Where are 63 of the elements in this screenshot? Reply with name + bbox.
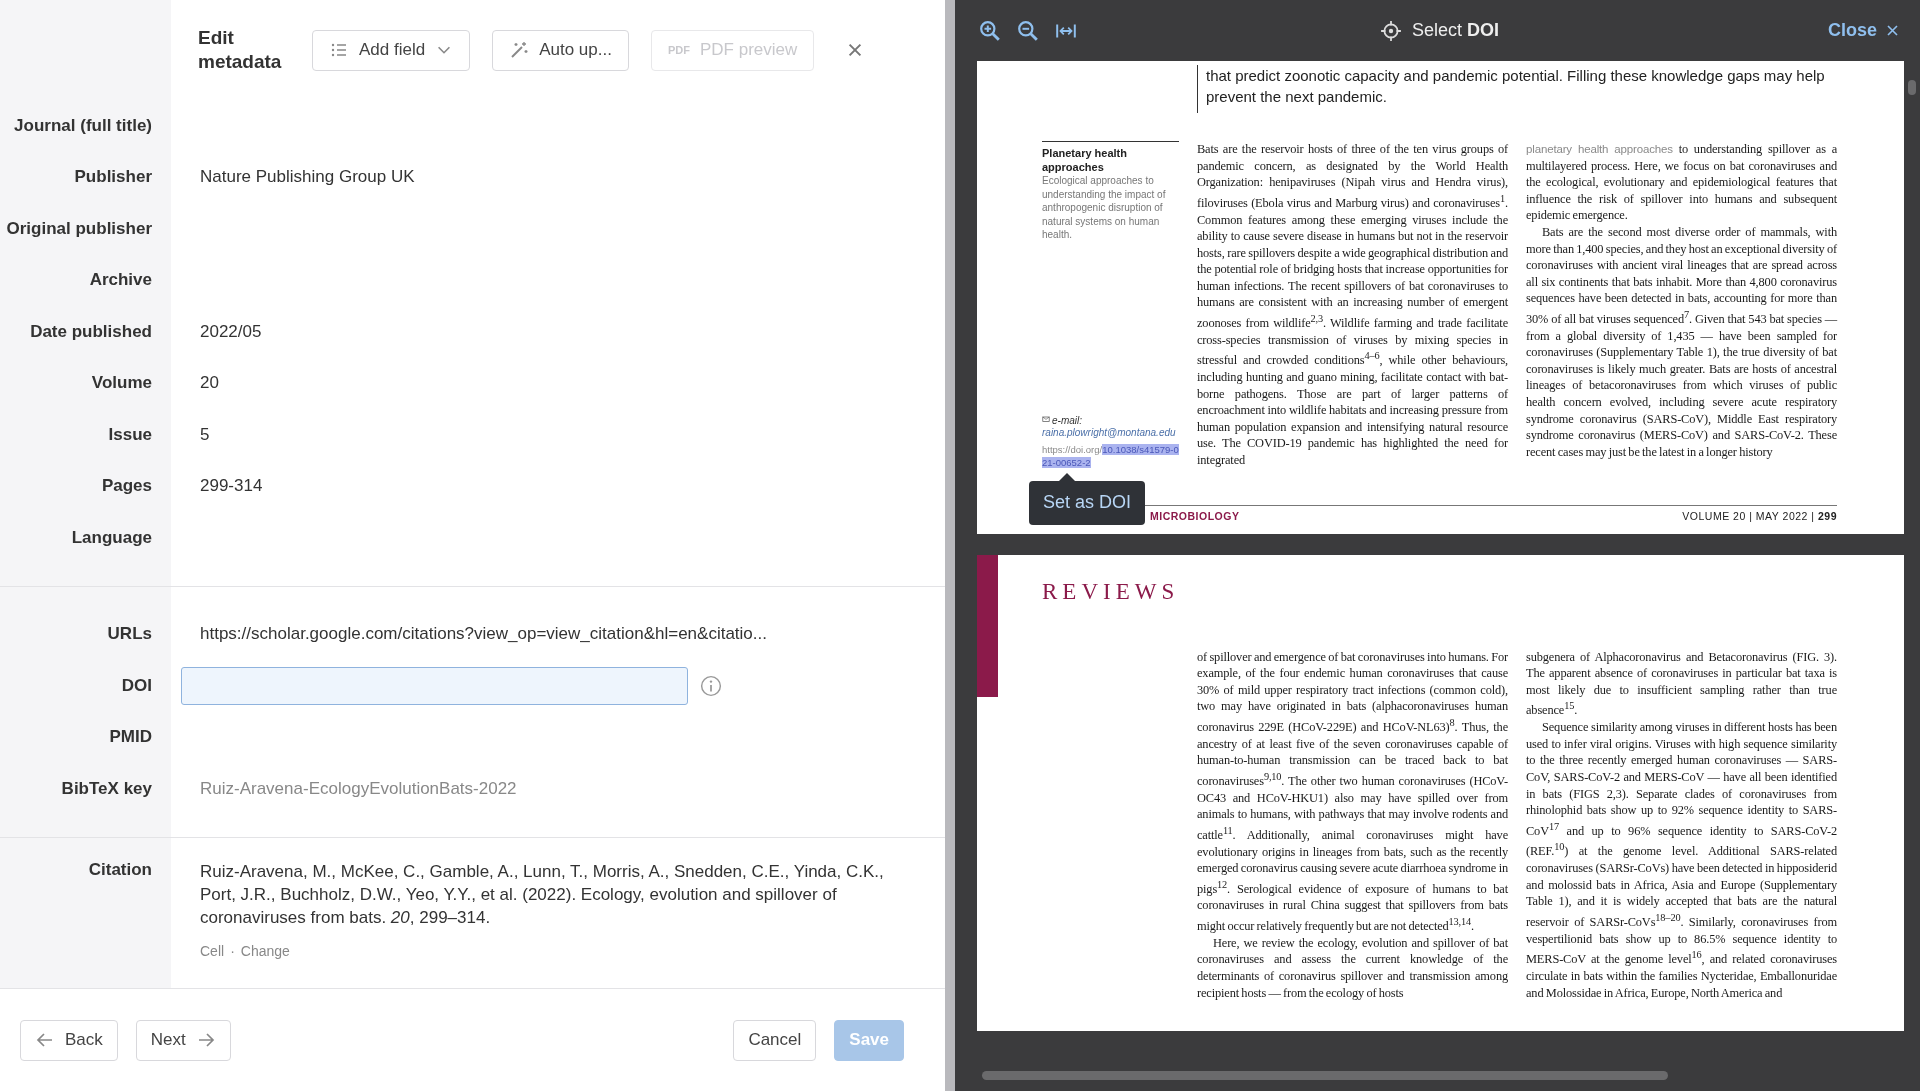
field-label: Archive — [88, 270, 153, 291]
doi-input-field[interactable] — [181, 666, 688, 705]
doi-link[interactable]: https://doi.org/10.1038/s41579-021-00652-2 — [1042, 442, 1179, 469]
magic-wand-icon — [509, 40, 530, 60]
issue-footer: VOLUME 20 | MAY 2022 | 299 — [1682, 509, 1837, 522]
next-button[interactable]: Next — [135, 1019, 231, 1061]
toolbar-button[interactable]: Add field — [312, 29, 471, 71]
bibtex-key-field[interactable]: Ruiz-Aravena-EcologyEvolutionBats-2022 — [171, 777, 802, 800]
body-paragraph: planetary health approaches to understanding spillover as a multilayered process. Here, we focus on bat coronaviruses and the ecological, evolutionary and epidemiological features that influence the risk of spillover into humans and subsequent epidemic emergence. — [1526, 141, 1837, 224]
zoom-out-button[interactable] — [1017, 19, 1039, 42]
zoom-in-button[interactable] — [979, 19, 1001, 42]
separator-dot: · — [230, 942, 235, 959]
envelope-icon — [1042, 414, 1050, 423]
crosshair-icon — [1379, 19, 1402, 42]
panel-title: Edit metadata — [198, 26, 283, 74]
email-link[interactable]: raina.plowright@montana.edu — [1042, 425, 1179, 439]
body-paragraph: of spillover and emergence of bat coronaviruses into humans. For example, of the four endemic human coronaviruses that cause 30% of mild upper respiratory tract infections (common cold), two may have originated in bats (alphacoronaviruses human coronavirus 229E (HCoV-229E) and HCoV-NL63)$^{8}$. Thus, the ancestry of at least five of the seven coronaviruses capable of human-to-human transmission can be traced back to bat coronaviruses$^{9,10}$. The other two human coronaviruses (HCoV-OC43 and HCoV-HKU1) also may have spilled over from animals to humans, with pathways that may involve rodents and cattle$^{11}$. Additionally, animal coronaviruses might have evolutionary origins in lineages from bats, such as the recently emerged coronavirus causing severe acute diarrhoea syndrome in pigs$^{12}$. Serological evidence of exposure of humans to bat coronaviruses in rural China suggest that spillovers from bats might occur relatively frequently but are not detected$^{13,14}$. — [1197, 648, 1508, 935]
field-value: https://scholar.google.com/citations?view_op=view_citation&hl=en&citatio... — [199, 624, 768, 645]
field-label: PMID — [108, 727, 153, 748]
field-value: 20 — [199, 373, 220, 394]
field-label: Language — [70, 527, 153, 548]
zoom-in-icon — [979, 19, 1001, 42]
close-viewer-button[interactable]: Close — [1827, 20, 1900, 41]
toolbar-button[interactable]: Auto up... — [492, 29, 629, 71]
close-icon — [1885, 23, 1900, 38]
citation-style: Cell — [200, 942, 225, 959]
vertical-scrollbar[interactable] — [1908, 80, 1916, 95]
field-label: Journal (full title) — [13, 115, 153, 136]
section-heading: REVIEWS — [1042, 578, 1181, 606]
field-label: Citation — [87, 859, 153, 880]
body-paragraph: Bats are the reservoir hosts of three of the ten virus groups of pandemic concern, as designated by the World Health Organization: henipaviruses (Nipah virus and Hendra virus), filoviruses (Ebola virus and Marburg virus) and coronaviruses$^{1}$. Common features among these emerging viruses include the ability to cause severe disease in humans but not in the reservoir hosts, rare spillovers despite a wide geographical distribution and the potential role of bridging hosts that increase opportunities for human infections. The recent spillovers of bat coronaviruses to humans are consistent with an increasing number of emergent zoonoses from wildlife$^{2,3}$. Wildlife farming and trade facilitate cross-species transmission of viruses by mixing species in stressful and crowded conditions$^{4–6}$, while other behaviours, including hunting and guano mining, facilitate contact with bat-borne pathogens. Those are part of larger patterns of encroachment into wildlife habitats and increasing pressure from human population expansion and intensifying natural resource use. The COVID-19 pandemic has highlighted the need for integrated — [1197, 141, 1508, 469]
set-as-doi-button[interactable]: Set as DOI — [1029, 480, 1146, 525]
field-label: BibTeX key — [60, 778, 153, 799]
body-paragraph: subgenera of Alphacoronavirus and Betacoronavirus (FIG. 3). The apparent absence of coronaviruses in particular bat taxa is most likely due to insufficient sampling rather than true absence$^{15}$. — [1526, 648, 1837, 720]
field-value: 2022/05 — [199, 321, 263, 342]
field-value: 299-314 — [199, 476, 264, 497]
body-paragraph: Sequence similarity among viruses in different hosts has been used to infer viral origins. Viruses with high sequence similarity to the three recently emerged human coronaviruses — SARS-CoV, SARS-CoV-2 and MERS-CoV — have all been identified in bats (FIGS 2,3). Separate clades of coronaviruses from rhinolophid bats show up to 92% sequence identity to SARS-CoV$^{17}$ and up to 96% sequence identity to SARS-CoV-2 (REF.$^{10}$) at the genome level. Additional SARS-related coronaviruses (SARSr-CoVs) have been detected in hipposiderid and molossid bats in Africa, Asia and Europe (Supplementary Table 1), and it is widely accepted that bats are the natural reservoir of SARSr-CoVs$^{18–20}$. Similarly, coronaviruses from vespertilionid bats show up to 86.5% sequence identity to MERS-CoV at the genome level$^{16}$, and related coronaviruses circulate in bats within the families Nycteridae, Emballonuridae and Molossidae in Africa, Europe, North America and — [1526, 719, 1837, 1002]
viewer-title: Select DOI — [1411, 20, 1499, 41]
cancel-button[interactable]: Cancel — [733, 1019, 817, 1061]
field-label: Original publisher — [5, 218, 153, 239]
journal-footer: MICROBIOLOGY — [1150, 509, 1240, 522]
info-icon — [700, 674, 722, 697]
glossary-link[interactable]: planetary health approaches — [1526, 143, 1673, 155]
horizontal-scrollbar[interactable] — [982, 1071, 1668, 1080]
citation-text: Ruiz-Aravena, M., McKee, C., Gamble, A., Lunn, T., Morris, A., Snedden, C.E., Yinda, C.K., Port, J.R., Buchholz, D.W., Yeo, Y.Y., et al. (2022). Ecology, evolution and spillover of coronaviruses from bats. 20, 299–314. — [199, 860, 885, 929]
back-button[interactable]: Back — [20, 1019, 118, 1061]
pull-quote: that predict zoonotic capacity and pandemic potential. Filling these knowledge gaps may help prevent the next pandemic. — [1197, 65, 1837, 113]
field-label: URLs — [106, 624, 153, 645]
field-label: Pages — [100, 476, 153, 497]
field-label: Volume — [90, 373, 153, 394]
body-paragraph: Here, we review the ecology, evolution and spillover of bat coronaviruses and assess the current knowledge of the determinants of coronavirus spillover and transmission among recipient hosts — from the ecology of hosts — [1197, 934, 1508, 1002]
field-label: Date published — [29, 321, 153, 342]
body-paragraph: Bats are the second most diverse order of mammals, with more than 1,400 species, and they host an exceptional diversity of coronaviruses with ancient viral lineages that are spread across all six continents that bats inhabit. More than 4,800 coronavirus sequences have been detected in bats, accounting for more than 30% of all bat viruses sequenced$^{7}$. Given that 543 bat species — from a global diversity of 1,435 — have been sampled for coronaviruses (Supplementary Table 1), the true diversity of bat coronaviruses is likely much greater. Bats are hosts of ancestral lineages of betacoronaviruses from which viruses of public health concern evolved, including severe acute respiratory syndrome coronavirus (SARS-CoV), Middle East respiratory syndrome coronavirus (MERS-CoV) and SARS-CoV-2. These recent cases may just be the latest in a longer history — [1526, 223, 1837, 461]
field-value: 5 — [199, 424, 211, 445]
field-value: Nature Publishing Group UK — [199, 167, 416, 188]
zoom-out-icon — [1017, 19, 1039, 42]
field-label: Issue — [107, 424, 153, 445]
sidebar-term: Planetary health approaches — [1042, 146, 1128, 174]
field-label: Publisher — [73, 167, 153, 188]
change-link[interactable]: Change — [240, 942, 290, 959]
field-label: DOI — [120, 675, 153, 696]
email-label: e-mail: — [1052, 414, 1082, 426]
sidebar-definition: Ecological approaches to understanding the impact of anthropogenic disruption of natural systems on human health. — [1042, 174, 1167, 242]
